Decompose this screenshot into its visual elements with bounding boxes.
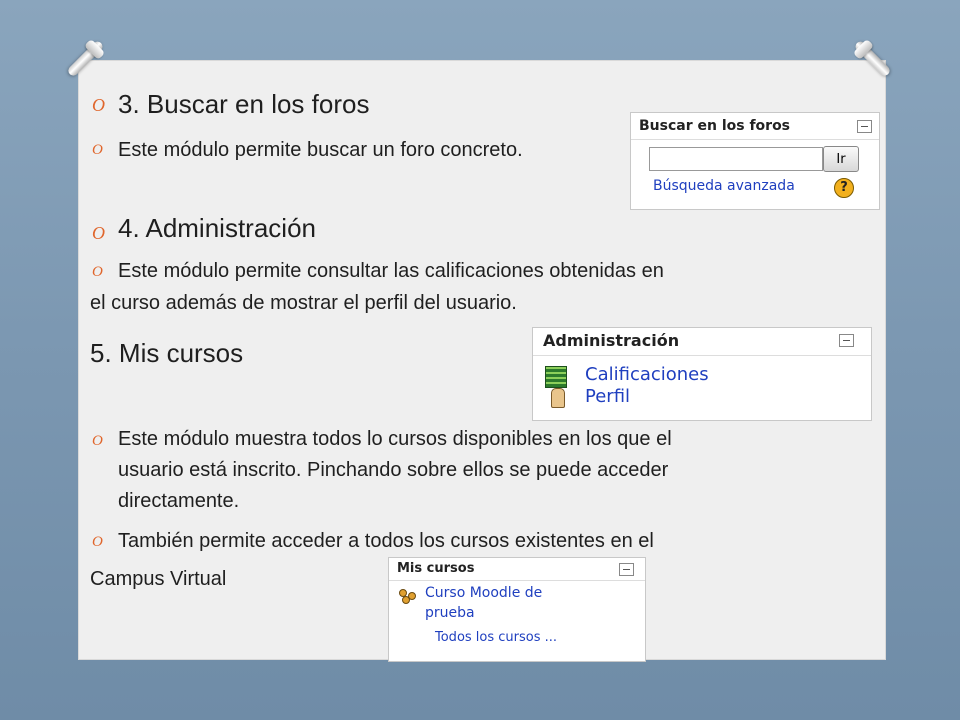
admin-item-calificaciones[interactable]: Calificaciones	[585, 364, 709, 385]
section4-text-line2: el curso además de mostrar el perfil del…	[90, 292, 517, 314]
collapse-icon[interactable]	[839, 334, 854, 347]
user-profile-icon	[551, 388, 565, 408]
bullet-icon: O	[92, 95, 105, 115]
collapse-icon[interactable]	[857, 120, 872, 133]
section5-text-line1: Este módulo muestra todos lo cursos disp…	[118, 428, 672, 450]
buscar-foros-widget: Buscar en los foros Ir Búsqueda avanzada…	[630, 112, 880, 210]
section3-text: Este módulo permite buscar un foro concr…	[118, 139, 523, 161]
widget-title: Administración	[543, 331, 680, 350]
advanced-search-link[interactable]: Búsqueda avanzada	[653, 178, 795, 194]
widget-divider	[533, 355, 871, 356]
go-button[interactable]: Ir	[823, 146, 859, 172]
admin-item-perfil[interactable]: Perfil	[585, 386, 630, 407]
widget-divider	[389, 580, 645, 581]
section5-text-line2: usuario está inscrito. Pinchando sobre e…	[118, 459, 669, 481]
course-link-line1[interactable]: Curso Moodle de	[425, 585, 542, 601]
collapse-icon[interactable]	[619, 563, 634, 576]
grades-icon	[545, 366, 567, 388]
help-icon[interactable]: ?	[834, 178, 854, 198]
search-input[interactable]	[649, 147, 823, 171]
all-courses-link[interactable]: Todos los cursos ...	[435, 630, 557, 645]
widget-title: Buscar en los foros	[639, 118, 791, 134]
section4-text-line1: Este módulo permite consultar las califi…	[118, 260, 664, 282]
section4-title: 4. Administración	[118, 213, 316, 243]
course-icon	[399, 589, 416, 604]
section3-title: 3. Buscar en los foros	[118, 89, 370, 119]
bullet-icon: O	[92, 142, 103, 158]
bullet-icon: O	[92, 534, 103, 550]
mis-cursos-widget: Mis cursos Curso Moodle de prueba Todos …	[388, 557, 646, 662]
section5-text2-line2: Campus Virtual	[90, 568, 227, 590]
widget-title: Mis cursos	[397, 561, 475, 576]
section5-text2-line1: También permite acceder a todos los curs…	[118, 530, 654, 552]
bullet-icon: O	[92, 433, 103, 449]
widget-divider	[631, 139, 879, 140]
bullet-icon: O	[92, 264, 103, 280]
bullet-icon: O	[92, 223, 105, 243]
administracion-widget: Administración Calificaciones Perfil	[532, 327, 872, 421]
course-link-line2[interactable]: prueba	[425, 605, 475, 621]
section5-text-line3: directamente.	[118, 490, 240, 512]
section5-title: 5. Mis cursos	[90, 338, 244, 368]
